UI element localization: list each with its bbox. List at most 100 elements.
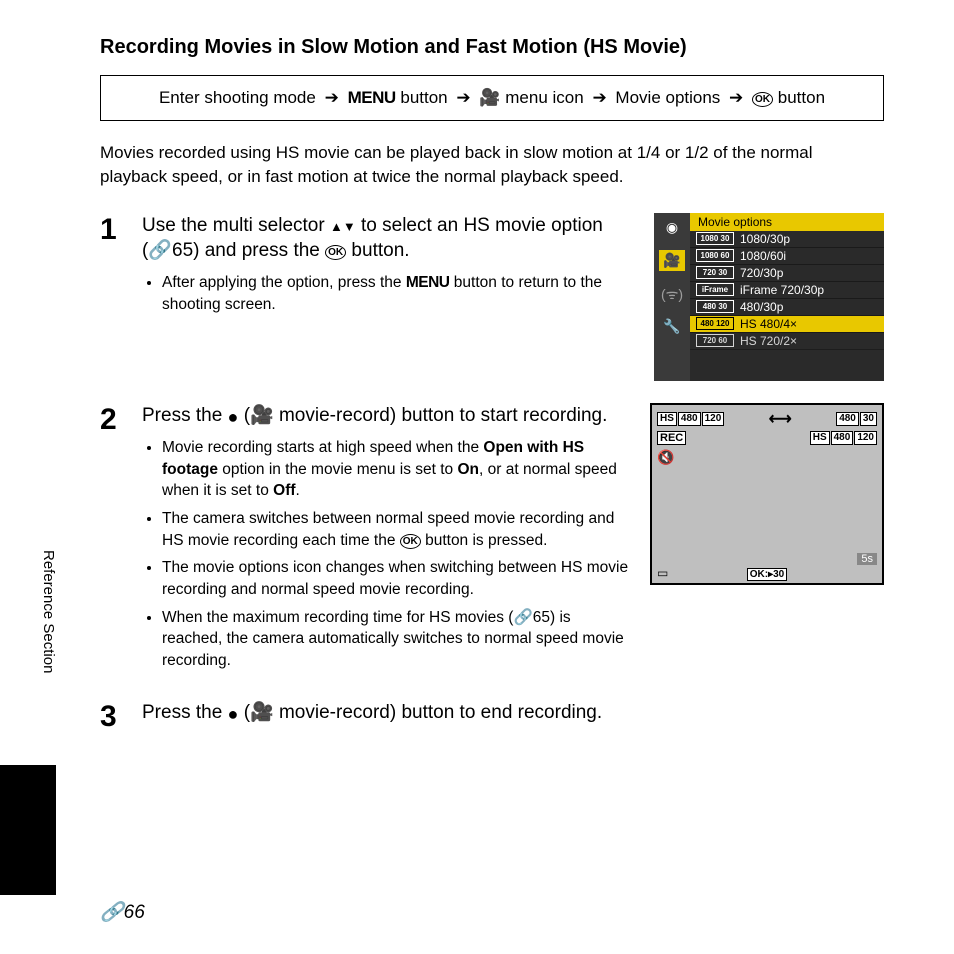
res-chip: iFrame (696, 283, 734, 296)
text: . (296, 482, 300, 499)
hs-mode-badge-left: HS480120 (657, 412, 724, 426)
rec-bottom-hint: OK:▸30 (652, 569, 882, 580)
hs-label: HS (810, 431, 830, 445)
menu-button-label: MENU (348, 88, 396, 107)
list-item: iFrame iFrame 720/30p (690, 282, 884, 299)
menu-button-label: MENU (406, 274, 450, 291)
text: 65) and press the (172, 240, 325, 261)
step-body: Press the ● (🎥 movie-record) button to e… (142, 700, 884, 734)
text: Movie recording starts at high speed whe… (162, 439, 483, 456)
text: button. (346, 240, 409, 261)
text: Use the multi selector (142, 215, 330, 236)
list-item: 720 30 720/30p (690, 265, 884, 282)
text: 30 (773, 569, 784, 580)
ok-button-icon: OK (752, 92, 773, 107)
record-button-icon: ● (228, 704, 239, 724)
current-mode-badge: HS480120 (810, 431, 877, 445)
ok-hint: OK:▸30 (747, 568, 787, 581)
page-title: Recording Movies in Slow Motion and Fast… (100, 36, 884, 59)
rec-top-bar: HS480120 ⟷ 48030 (657, 409, 877, 429)
fps-label: 120 (702, 412, 725, 426)
up-icon: ▲ (330, 219, 343, 234)
res-label: 480 (678, 412, 701, 426)
list-item: 1080 60 1080/60i (690, 248, 884, 265)
step-3: 3 Press the ● (🎥 movie-record) button to… (100, 700, 884, 734)
nav-step: Enter shooting mode (159, 88, 316, 107)
camera-icon: ◉ (666, 219, 678, 236)
mode-badge-right: 48030 (836, 412, 877, 426)
res-chip: 720 60 (696, 334, 734, 347)
res-chip: 720 30 (696, 266, 734, 279)
option-value: Off (273, 482, 295, 499)
step-number: 1 (100, 215, 126, 381)
arrow-icon: ➔ (729, 88, 743, 107)
mute-icon: 🔇 (657, 449, 674, 466)
lcd-sidebar: ◉ 🎥 (ᯤ) 🔧 (654, 213, 690, 381)
text: 1080/60i (740, 249, 786, 263)
step-heading: Press the ● (🎥 movie-record) button to s… (142, 403, 634, 429)
rec-indicator: REC (657, 431, 686, 445)
intro-text: Movies recorded using HS movie can be pl… (100, 141, 884, 189)
step-body: Press the ● (🎥 movie-record) button to s… (142, 403, 634, 678)
section-side-label: Reference Section (40, 550, 57, 673)
arrow-icon: ➔ (456, 88, 470, 107)
movie-icon: 🎥 (250, 702, 274, 723)
ok-button-icon: OK (325, 245, 346, 260)
bullet: Movie recording starts at high speed whe… (162, 437, 634, 502)
ref-icon: 🔗 (148, 240, 172, 261)
text: HS 720/2× (740, 334, 797, 348)
swap-arrow-icon: ⟷ (769, 409, 792, 429)
text: Press the (142, 702, 228, 723)
lcd-movie-options: ◉ 🎥 (ᯤ) 🔧 Movie options 1080 301080/30p … (654, 213, 884, 381)
fps-label: 120 (854, 431, 877, 445)
ref-icon: 🔗 (100, 902, 124, 923)
text: Press the (142, 405, 228, 426)
record-button-icon: ● (228, 407, 239, 427)
text: When the maximum recording time for HS m… (162, 609, 513, 626)
wifi-icon: (ᯤ) (661, 285, 683, 304)
movie-mode-icon: 🎥 (659, 250, 684, 271)
lcd-menu: Movie options 1080 301080/30p 1080 60108… (690, 213, 884, 381)
list-item: 480 30480/30p (690, 299, 884, 316)
text: After applying the option, press the (162, 274, 406, 291)
res-chip: 1080 60 (696, 249, 734, 262)
list-item-selected: 480 120 HS 480/4× (690, 316, 884, 333)
text: iFrame 720/30p (740, 283, 824, 297)
ref-icon: 🔗 (513, 609, 532, 626)
nav-step: button (778, 88, 825, 107)
text: button is pressed. (421, 532, 548, 549)
bullet: After applying the option, press the MEN… (162, 272, 638, 315)
text: HS 480/4× (740, 317, 797, 331)
res-label: 480 (836, 412, 859, 426)
res-chip: 480 120 (696, 317, 734, 330)
page-number: 🔗66 (100, 900, 145, 924)
text: movie-record) button to start recording. (274, 405, 608, 426)
step-body: Use the multi selector ▲▼ to select an H… (142, 213, 638, 381)
list-item: 720 60 HS 720/2× (690, 333, 884, 350)
lcd-menu-title: Movie options (690, 213, 884, 231)
res-chip: 1080 30 (696, 232, 734, 245)
down-icon: ▼ (343, 219, 356, 234)
movie-icon: 🎥 (250, 405, 274, 426)
step-2: 2 Press the ● (🎥 movie-record) button to… (100, 403, 884, 678)
bullet: The camera switches between normal speed… (162, 508, 634, 551)
text: 1080/30p (740, 232, 790, 246)
res-label: 480 (831, 431, 854, 445)
hs-label: HS (657, 412, 677, 426)
nav-step: menu icon (505, 88, 583, 107)
text: 720/30p (740, 266, 783, 280)
option-value: On (458, 461, 480, 478)
breadcrumb-box: Enter shooting mode ➔ MENU button ➔ 🎥 me… (100, 75, 884, 121)
manual-page: Recording Movies in Slow Motion and Fast… (0, 0, 954, 954)
nav-step: Movie options (615, 88, 720, 107)
ok-button-icon: OK (400, 534, 421, 549)
text: movie-record) button to end recording. (274, 702, 602, 723)
res-chip: 480 30 (696, 300, 734, 313)
bullet: When the maximum recording time for HS m… (162, 607, 634, 672)
text: option in the movie menu is set to (218, 461, 458, 478)
page-tab (0, 765, 56, 895)
list-item: 1080 30 1080/30p (690, 231, 884, 248)
step-heading: Press the ● (🎥 movie-record) button to e… (142, 700, 884, 726)
arrow-icon: ➔ (325, 88, 339, 107)
movie-icon: 🎥 (479, 88, 500, 107)
